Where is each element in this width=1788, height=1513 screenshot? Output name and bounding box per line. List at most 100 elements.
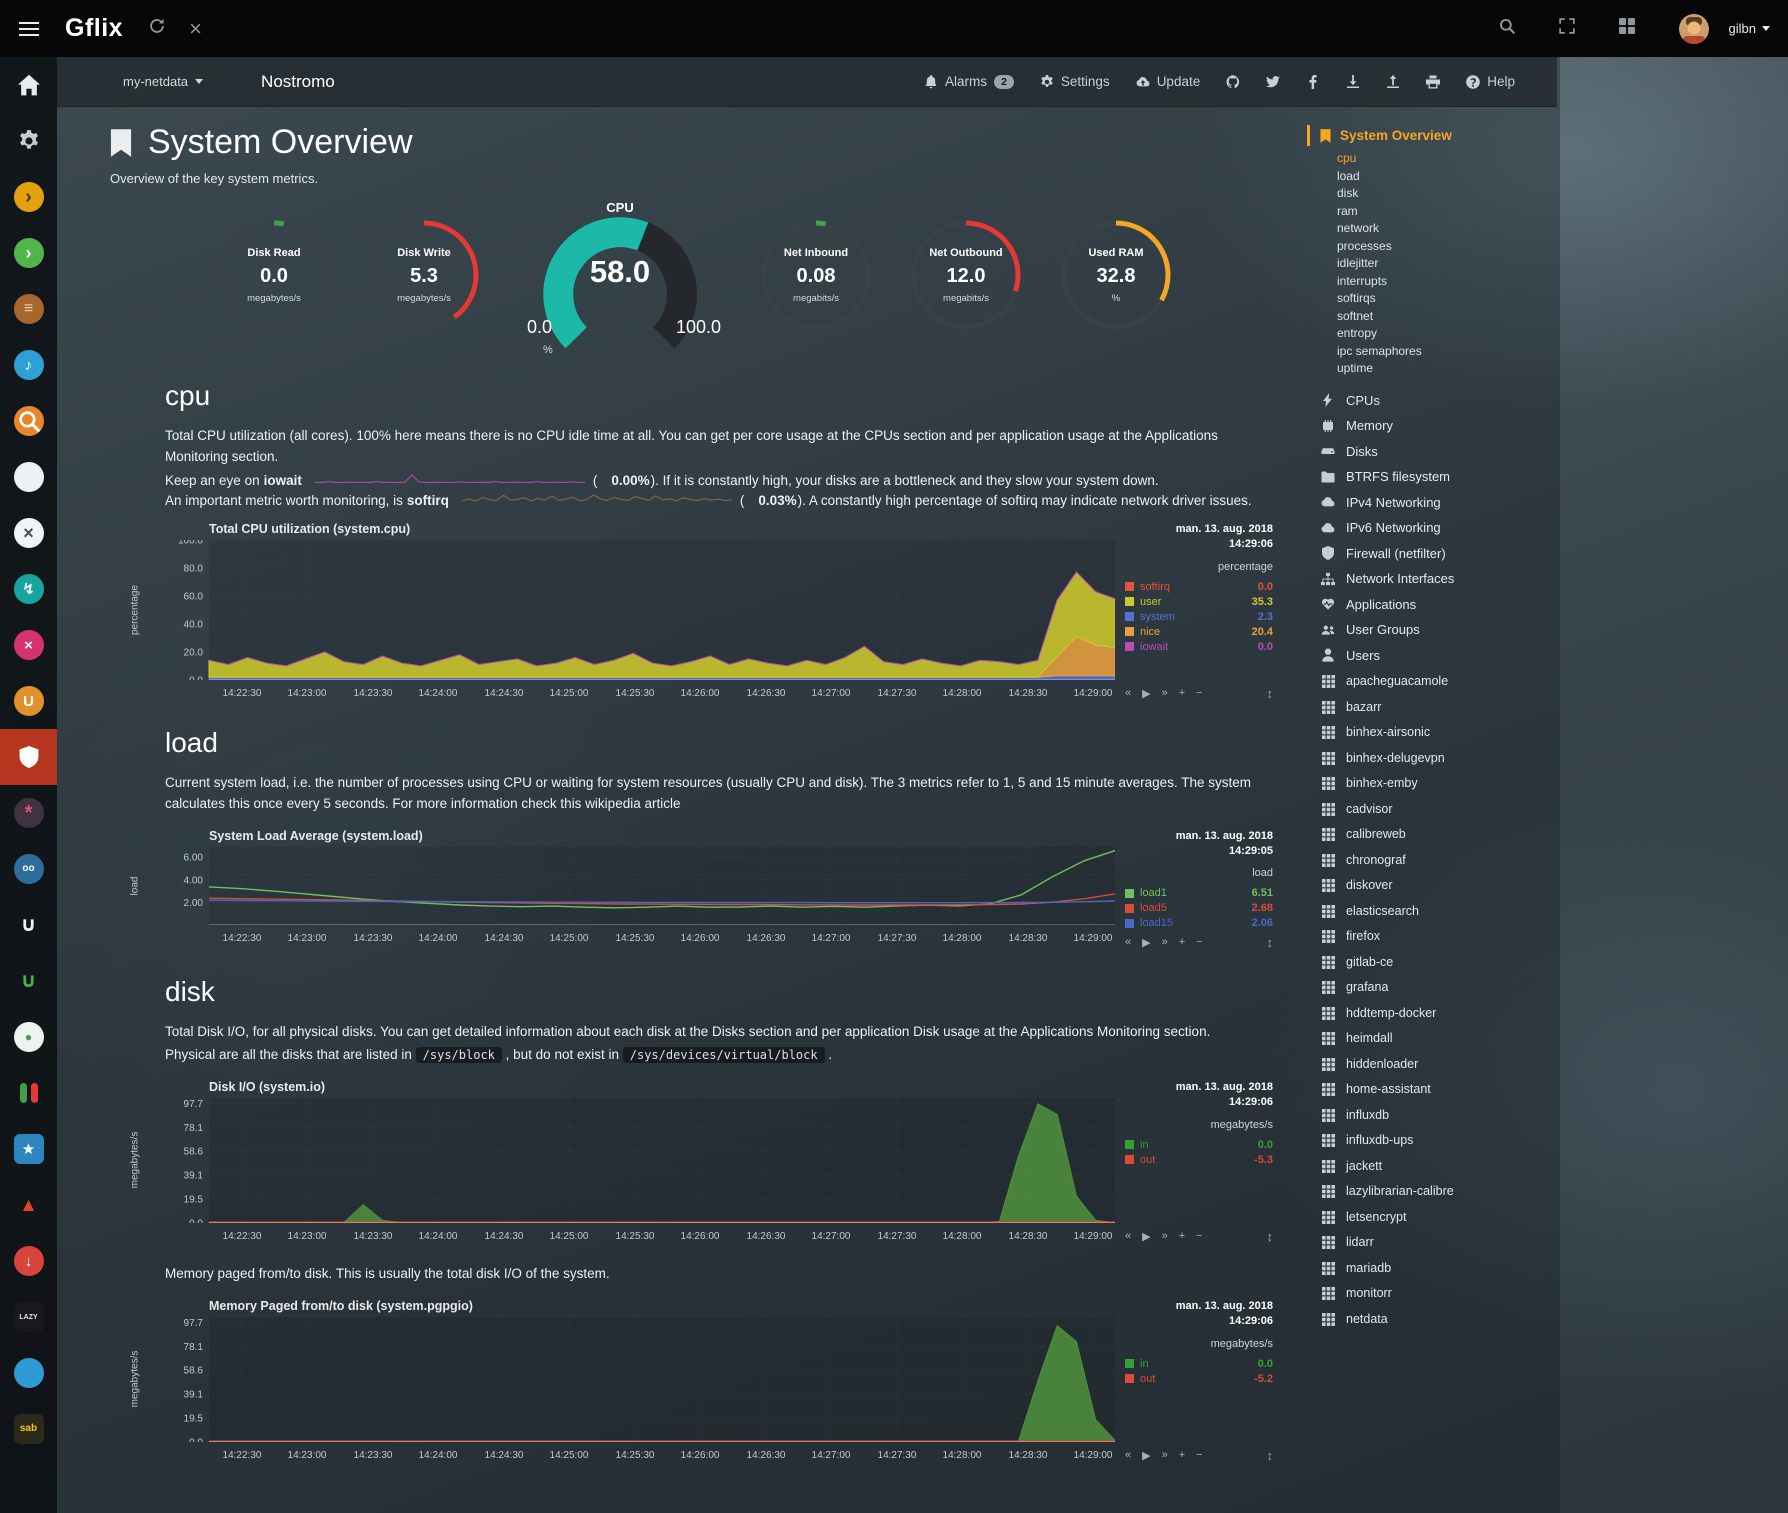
resize-handle-icon[interactable]: ↕ — [1267, 1229, 1274, 1244]
sidebar-app-home[interactable] — [0, 57, 57, 113]
menu-ipv6-networking[interactable]: IPv6 Networking — [1320, 515, 1575, 541]
legend-out[interactable]: out-5.3 — [1125, 1154, 1273, 1166]
menu-sub-ram[interactable]: ram — [1337, 203, 1575, 221]
legend-softirq[interactable]: softirq0.0 — [1125, 581, 1273, 593]
sidebar-app-app-pills[interactable] — [0, 1065, 57, 1121]
sidebar-app-app-red-down[interactable]: ↓ — [0, 1233, 57, 1289]
play-button[interactable]: ▶ — [1142, 936, 1150, 949]
sidebar-app-app-round-white[interactable] — [0, 449, 57, 505]
menu-sub-uptime[interactable]: uptime — [1337, 360, 1575, 378]
sidebar-app-sabnzbd[interactable]: sab — [0, 1401, 57, 1457]
nav-twitter[interactable] — [1266, 75, 1280, 89]
pan-forward-button[interactable]: » — [1162, 687, 1168, 700]
sidebar-app-plex[interactable]: › — [0, 169, 57, 225]
menu-sub-network[interactable]: network — [1337, 220, 1575, 238]
menu-app-gitlab-ce[interactable]: gitlab-ce — [1320, 950, 1575, 976]
menu-sub-softnet[interactable]: softnet — [1337, 308, 1575, 326]
sidebar-app-ubooquity[interactable]: U — [0, 673, 57, 729]
zoom-out-button[interactable]: − — [1196, 687, 1202, 700]
gauge-disk-read[interactable]: Disk Read0.0megabytes/s — [215, 216, 333, 334]
menu-disks[interactable]: Disks — [1320, 439, 1575, 465]
menu-sub-entropy[interactable]: entropy — [1337, 325, 1575, 343]
menu-app-lazylibrarian-calibre[interactable]: lazylibrarian-calibre — [1320, 1179, 1575, 1205]
menu-app-jackett[interactable]: jackett — [1320, 1154, 1575, 1180]
nav-help[interactable]: Help — [1466, 74, 1515, 89]
menu-firewall-netfilter[interactable]: Firewall (netfilter) — [1320, 541, 1575, 567]
nav-download[interactable] — [1346, 75, 1360, 89]
play-button[interactable]: ▶ — [1142, 687, 1150, 700]
nav-update[interactable]: Update — [1136, 74, 1201, 89]
memory-paged-chart[interactable]: megabytes/s Memory Paged from/to disk (s… — [165, 1299, 1280, 1463]
sidebar-app-airsonic[interactable]: ♪ — [0, 337, 57, 393]
pan-forward-button[interactable]: » — [1162, 1230, 1168, 1243]
sidebar-app-owncloud[interactable]: oo — [0, 841, 57, 897]
sidebar-app-lazylibrarian[interactable]: LAZY — [0, 1289, 57, 1345]
zoom-in-button[interactable]: + — [1179, 1230, 1185, 1243]
menu-memory[interactable]: Memory — [1320, 413, 1575, 439]
menu-app-chronograf[interactable]: chronograf — [1320, 848, 1575, 874]
legend-out[interactable]: out-5.2 — [1125, 1373, 1273, 1385]
menu-applications[interactable]: Applications — [1320, 592, 1575, 618]
menu-sub-ipc-semaphores[interactable]: ipc semaphores — [1337, 343, 1575, 361]
legend-load15[interactable]: load152.06 — [1125, 917, 1273, 929]
zoom-out-button[interactable]: − — [1196, 1230, 1202, 1243]
menu-app-calibreweb[interactable]: calibreweb — [1320, 822, 1575, 848]
cpu-plot[interactable]: 100.080.060.040.020.00.0 — [165, 540, 1115, 680]
zoom-in-button[interactable]: + — [1179, 687, 1185, 700]
search-icon[interactable] — [1499, 18, 1515, 39]
play-button[interactable]: ▶ — [1142, 1230, 1150, 1243]
pan-forward-button[interactable]: » — [1162, 1449, 1168, 1462]
legend-iowait[interactable]: iowait0.0 — [1125, 641, 1273, 653]
menu-app-netdata[interactable]: netdata — [1320, 1307, 1575, 1333]
gauge-net-outbound[interactable]: Net Outbound12.0megabits/s — [907, 216, 1025, 334]
menu-user-groups[interactable]: User Groups — [1320, 617, 1575, 643]
avatar[interactable] — [1679, 14, 1709, 44]
refresh-icon[interactable] — [149, 18, 165, 39]
sidebar-app-app-drop[interactable] — [0, 1345, 57, 1401]
sidebar-app-app-teal-bolt[interactable]: ↯ — [0, 561, 57, 617]
legend-load1[interactable]: load16.51 — [1125, 887, 1273, 899]
menu-users[interactable]: Users — [1320, 643, 1575, 669]
pan-backward-button[interactable]: « — [1125, 1230, 1131, 1243]
pan-backward-button[interactable]: « — [1125, 1449, 1131, 1462]
menu-app-home-assistant[interactable]: home-assistant — [1320, 1077, 1575, 1103]
menu-sub-load[interactable]: load — [1337, 168, 1575, 186]
sidebar-app-heimdall[interactable]: ★ — [0, 1121, 57, 1177]
nav-upload[interactable] — [1386, 75, 1400, 89]
sidebar-app-app-u-white[interactable]: ∪ — [0, 897, 57, 953]
menu-app-grafana[interactable]: grafana — [1320, 975, 1575, 1001]
nav-github[interactable] — [1226, 75, 1240, 89]
menu-sub-cpu[interactable]: cpu — [1337, 150, 1575, 168]
zoom-in-button[interactable]: + — [1179, 1449, 1185, 1462]
menu-app-heimdall[interactable]: heimdall — [1320, 1026, 1575, 1052]
disk-io-chart[interactable]: megabytes/s Disk I/O (system.io) 97.778.… — [165, 1080, 1280, 1244]
menu-toggle-button[interactable] — [0, 0, 57, 57]
sidebar-app-jackett[interactable] — [0, 393, 57, 449]
gauge-net-inbound[interactable]: Net Inbound0.08megabits/s — [757, 216, 875, 334]
menu-app-binhex-airsonic[interactable]: binhex-airsonic — [1320, 720, 1575, 746]
resize-handle-icon[interactable]: ↕ — [1267, 1448, 1274, 1463]
menu-app-hddtemp-docker[interactable]: hddtemp-docker — [1320, 1001, 1575, 1027]
menu-app-hiddenloader[interactable]: hiddenloader — [1320, 1052, 1575, 1078]
sidebar-app-library[interactable]: ≡ — [0, 281, 57, 337]
sidebar-app-netdata[interactable] — [0, 729, 57, 785]
nav-facebook[interactable] — [1306, 75, 1320, 89]
gauge-used-ram[interactable]: Used RAM32.8% — [1057, 216, 1175, 334]
server-selector[interactable]: my-netdata — [123, 74, 203, 89]
menu-app-elasticsearch[interactable]: elasticsearch — [1320, 899, 1575, 925]
memory-paged-plot[interactable]: 97.778.158.639.119.50.0 — [165, 1317, 1115, 1442]
menu-sub-processes[interactable]: processes — [1337, 238, 1575, 256]
sidebar-app-app-close-white[interactable]: × — [0, 505, 57, 561]
menu-app-influxdb-ups[interactable]: influxdb-ups — [1320, 1128, 1575, 1154]
menu-app-cadvisor[interactable]: cadvisor — [1320, 797, 1575, 823]
menu-sub-idlejitter[interactable]: idlejitter — [1337, 255, 1575, 273]
menu-app-firefox[interactable]: firefox — [1320, 924, 1575, 950]
user-menu[interactable]: gilbn — [1729, 21, 1770, 36]
menu-network-interfaces[interactable]: Network Interfaces — [1320, 566, 1575, 592]
nav-settings[interactable]: Settings — [1040, 74, 1110, 89]
menu-app-monitorr[interactable]: monitorr — [1320, 1281, 1575, 1307]
cpu-chart[interactable]: percentage Total CPU utilization (system… — [165, 522, 1280, 701]
sidebar-app-gitlab[interactable]: ▲ — [0, 1177, 57, 1233]
menu-system-overview[interactable]: System Overview — [1307, 125, 1575, 146]
menu-app-diskover[interactable]: diskover — [1320, 873, 1575, 899]
